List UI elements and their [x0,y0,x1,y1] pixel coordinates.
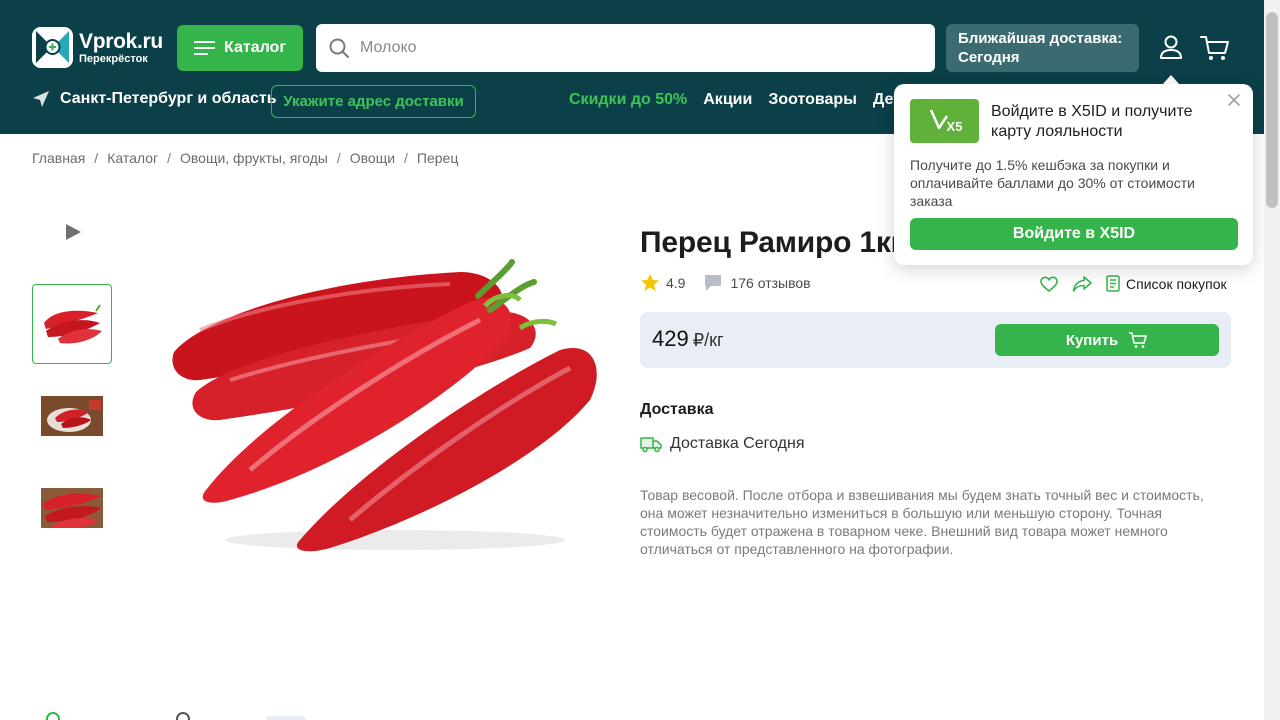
breadcrumb-item[interactable]: Главная [32,150,85,166]
breadcrumb-separator: / [94,150,99,166]
logo-subtitle: Перекрёсток [79,52,148,65]
breadcrumb: Главная / Каталог / Овощи, фрукты, ягоды… [32,150,458,166]
share-icon[interactable] [1072,275,1092,292]
gallery-thumbnail[interactable] [32,284,112,364]
location-arrow-icon [33,91,49,107]
rating-value: 4.9 [666,275,686,291]
price-value: 429 [652,326,689,351]
nav-link-promos[interactable]: Акции [703,91,752,109]
logo[interactable]: Vprok.ru Перекрёсток [32,27,163,68]
delivery-option-label: Доставка Сегодня [670,435,805,452]
star-icon [641,274,659,291]
region-label: Санкт-Петербург и область [60,90,277,107]
shopping-list-label: Список покупок [1126,275,1227,292]
breadcrumb-item[interactable]: Каталог [107,150,158,166]
rating-row: 4.9 176 отзывов [640,273,811,293]
price: 429 ₽/кг [652,326,724,352]
breadcrumb-item[interactable]: Овощи, фрукты, ягоды [180,150,328,166]
close-icon[interactable] [1227,93,1241,107]
x5-logo: X5 [910,99,979,143]
weight-note: Товар весовой. После отбора и взвешивани… [640,487,1204,557]
nearest-delivery-chip[interactable]: Ближайшая доставка: Сегодня [946,24,1139,72]
region-selector[interactable]: Санкт-Петербург и область [32,90,277,108]
play-icon[interactable] [64,223,82,241]
breadcrumb-separator: / [167,150,171,166]
buy-button[interactable]: Купить [995,324,1219,356]
delivery-heading: Доставка [640,401,714,418]
bottom-circle-icon [176,712,190,720]
user-icon[interactable] [1156,33,1186,63]
truck-icon [640,437,662,453]
reviews-count: 176 отзывов [730,275,811,291]
page-title: Перец Рамиро 1кг [640,226,898,259]
gallery-thumbnail[interactable] [32,376,112,456]
catalog-button[interactable]: Каталог [177,25,303,71]
x5id-login-button[interactable]: Войдите в X5ID [910,218,1238,250]
nav-link-sale[interactable]: Скидки до 50% [569,91,687,109]
scrollbar-thumb[interactable] [1266,12,1278,208]
buy-button-label: Купить [1065,331,1119,349]
x5id-popup: X5 Войдите в X5ID и получите карту лояль… [894,84,1253,265]
page: Vprok.ru Перекрёсток Каталог Ближайшая д… [0,0,1280,720]
popup-text: Получите до 1.5% кешбэка за покупки и оп… [910,157,1195,209]
list-icon [1106,275,1120,292]
reviews-link[interactable]: 176 отзывов [703,274,811,292]
cart-icon [1129,332,1147,348]
header-nav: Скидки до 50% Акции Зоотовары Детс [569,91,910,109]
breadcrumb-item[interactable]: Овощи [350,150,395,166]
search-input[interactable] [360,39,900,57]
price-unit: ₽/кг [692,330,724,350]
cart-icon[interactable] [1199,33,1231,63]
bottom-circle-icon [46,712,60,720]
delivery-option: Доставка Сегодня [640,435,804,453]
address-button[interactable]: Укажите адрес доставки [271,85,476,118]
menu-icon [194,40,215,56]
search-icon[interactable] [328,37,350,59]
popup-title: Войдите в X5ID и получите карту лояльнос… [991,103,1193,140]
shopping-list-button[interactable]: Список покупок [1106,275,1227,292]
catalog-button-label: Каталог [224,39,286,56]
product-actions: Список покупок [1040,275,1227,292]
gallery-thumbnail[interactable] [32,468,112,548]
nav-link-pets[interactable]: Зоотовары [768,91,857,109]
logo-mark-icon [32,27,73,68]
scrollbar[interactable] [1264,0,1280,720]
heart-icon[interactable] [1040,275,1058,292]
bottom-tab-pill [266,716,306,720]
breadcrumb-separator: / [404,150,408,166]
product-image[interactable] [160,250,610,560]
comment-icon [705,275,722,291]
search-box [316,24,935,72]
breadcrumb-item[interactable]: Перец [417,150,458,166]
logo-title: Vprok.ru [79,29,163,53]
price-box: 429 ₽/кг Купить [640,312,1231,368]
x5-logo-text: X5 [946,118,963,134]
breadcrumb-separator: / [336,150,341,166]
